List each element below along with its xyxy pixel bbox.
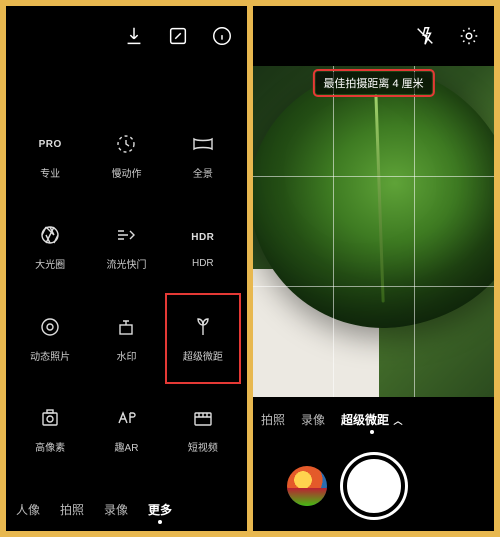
mode-shortvideo[interactable]: 短视频 (169, 388, 237, 471)
shortvideo-icon (190, 405, 216, 431)
aperture-icon (37, 222, 63, 248)
mode-label: 趣AR (115, 439, 139, 454)
hdr-icon: HDR (191, 232, 214, 243)
camera-viewfinder-screen: 最佳拍摄距离 4 厘米 拍照 录像 超级微距 ︿ (253, 6, 494, 531)
mode-grid: PRO 专业 慢动作 全景 大光圈 流光快门 HDR HDR 动态照片 水印 超级微… (6, 66, 247, 487)
mode-label: 超级微距 (183, 348, 223, 363)
mode-label: 流光快门 (106, 256, 146, 271)
moving-icon (37, 314, 63, 340)
tab-video[interactable]: 录像 (104, 501, 128, 518)
macro-icon (190, 314, 216, 340)
tab-macro[interactable]: 超级微距 ︿ (341, 411, 403, 428)
shutter-bar (253, 441, 494, 531)
mode-label: 水印 (116, 348, 136, 363)
viewfinder[interactable]: 最佳拍摄距离 4 厘米 (253, 66, 494, 397)
mode-label: 动态照片 (30, 348, 70, 363)
mode-hdr[interactable]: HDR HDR (169, 205, 237, 288)
mode-ar[interactable]: 趣AR (92, 388, 160, 471)
flash-off-icon[interactable] (414, 25, 436, 47)
mode-label: 高像素 (35, 439, 65, 454)
mode-aperture[interactable]: 大光圈 (16, 205, 84, 288)
ar-icon (113, 405, 139, 431)
tab-photo[interactable]: 拍照 (261, 411, 285, 428)
mode-watermark[interactable]: 水印 (92, 297, 160, 380)
mode-macro[interactable]: 超级微距 (169, 297, 237, 380)
mode-label: HDR (192, 258, 214, 269)
mode-slowmo[interactable]: 慢动作 (92, 114, 160, 197)
tab-photo[interactable]: 拍照 (60, 501, 84, 518)
pro-icon: PRO (39, 139, 62, 150)
watermark-icon (113, 314, 139, 340)
mode-pro[interactable]: PRO 专业 (16, 114, 84, 197)
mode-moving[interactable]: 动态照片 (16, 297, 84, 380)
tab-label: 超级微距 (341, 413, 389, 427)
mode-label: 大光圈 (35, 256, 65, 271)
right-mode-tabs: 拍照 录像 超级微距 ︿ (253, 397, 494, 441)
left-mode-tabs: 人像 拍照 录像 更多 (6, 487, 247, 531)
composition-grid (253, 66, 494, 397)
tab-video[interactable]: 录像 (301, 411, 325, 428)
mode-highres[interactable]: 高像素 (16, 388, 84, 471)
mode-label: 专业 (40, 165, 60, 180)
highres-icon (37, 405, 63, 431)
left-topbar (6, 6, 247, 66)
chevron-up-icon: ︿ (391, 416, 403, 426)
mode-label: 慢动作 (111, 165, 141, 180)
tab-portrait[interactable]: 人像 (16, 501, 40, 518)
distance-tip: 最佳拍摄距离 4 厘米 (315, 72, 431, 94)
lightpaint-icon (113, 222, 139, 248)
gallery-thumbnail[interactable] (287, 466, 327, 506)
settings-icon[interactable] (458, 25, 480, 47)
mode-label: 全景 (193, 165, 213, 180)
download-icon[interactable] (123, 25, 145, 47)
mode-lightpaint[interactable]: 流光快门 (92, 205, 160, 288)
camera-more-modes-screen: PRO 专业 慢动作 全景 大光圈 流光快门 HDR HDR 动态照片 水印 超级微… (6, 6, 247, 531)
right-topbar (253, 6, 494, 66)
pano-icon (190, 131, 216, 157)
mode-label: 短视频 (188, 439, 218, 454)
shutter-button[interactable] (343, 455, 405, 517)
tab-more[interactable]: 更多 (148, 501, 172, 518)
mode-pano[interactable]: 全景 (169, 114, 237, 197)
edit-icon[interactable] (167, 25, 189, 47)
slowmo-icon (113, 131, 139, 157)
info-icon[interactable] (211, 25, 233, 47)
